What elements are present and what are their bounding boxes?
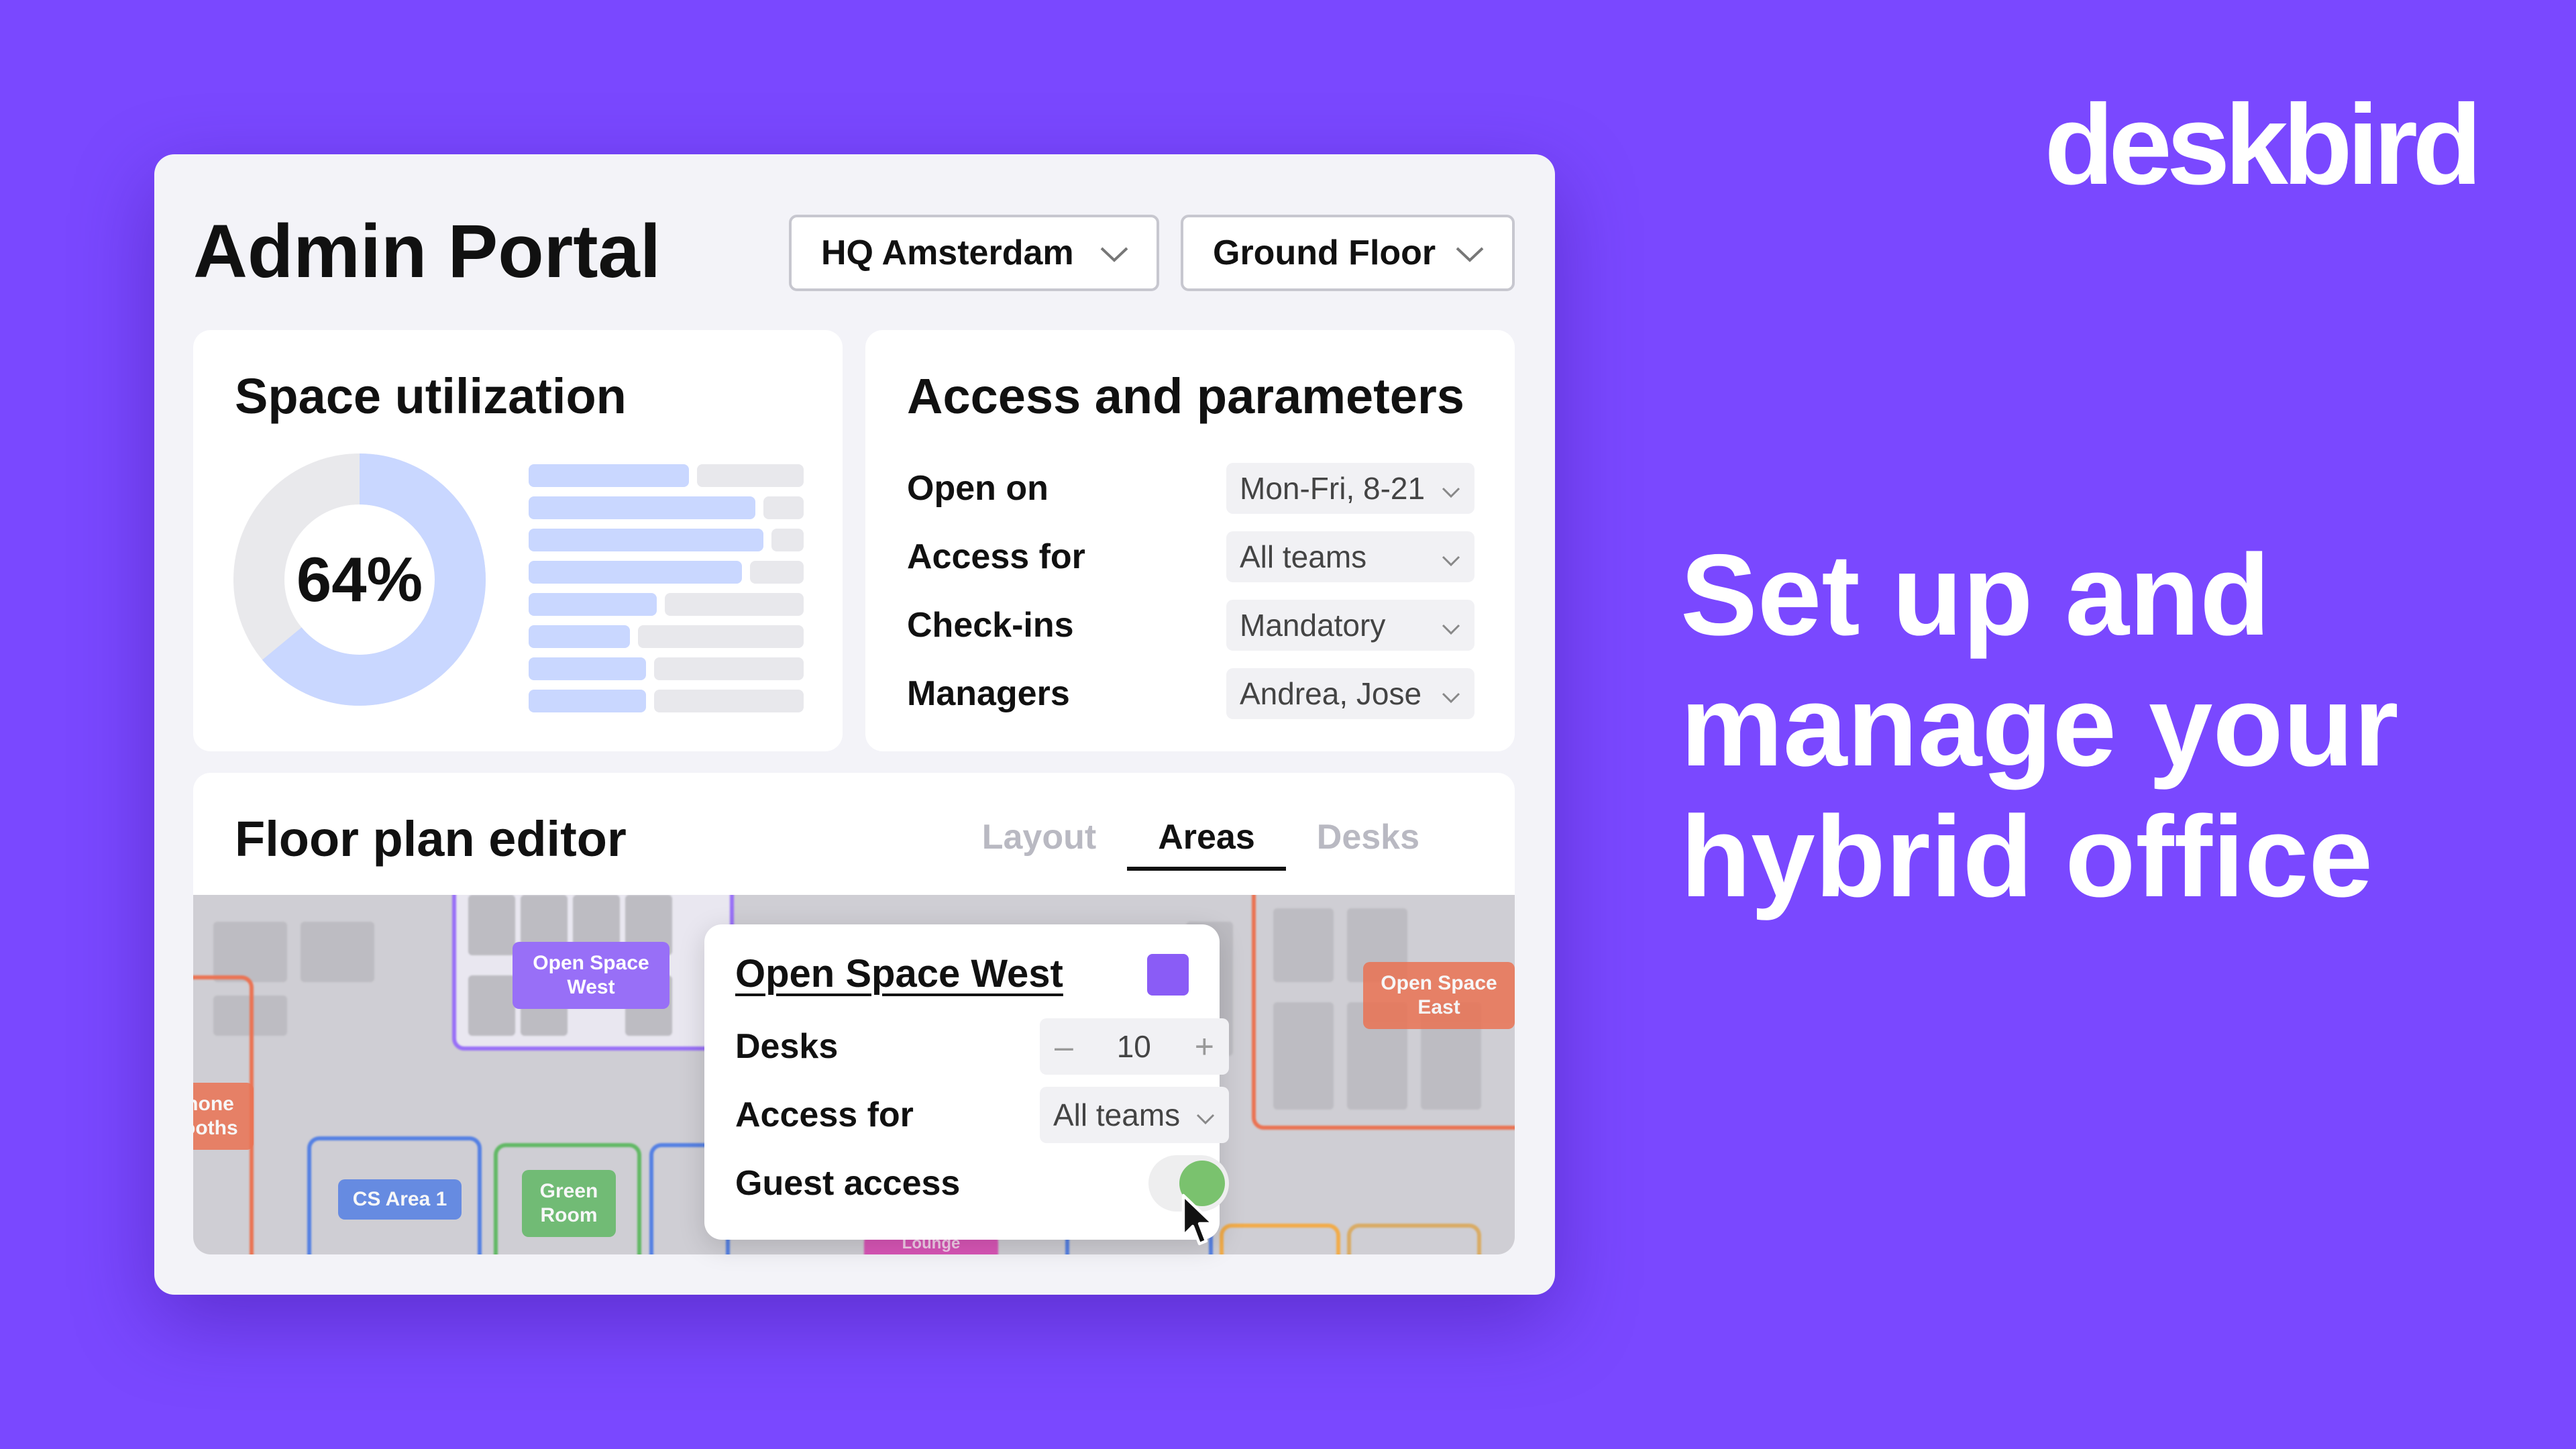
utilization-bar-row: [529, 657, 804, 680]
space-utilization-panel: Space utilization 64%: [193, 330, 843, 751]
tab-areas[interactable]: Areas: [1127, 810, 1286, 871]
utilization-bar: [529, 593, 657, 616]
chevron-down-icon: [1195, 1097, 1216, 1133]
managers-select[interactable]: Andrea, Jose: [1226, 668, 1474, 719]
utilization-bar-row: [529, 496, 804, 519]
tab-layout[interactable]: Layout: [951, 810, 1127, 871]
site-dropdown[interactable]: HQ Amsterdam: [789, 215, 1159, 291]
param-row-check-ins: Check-ins Mandatory: [907, 600, 1474, 651]
space-utilization-title: Space utilization: [235, 368, 627, 424]
utilization-bar: [529, 657, 646, 680]
open-on-select[interactable]: Mon-Fri, 8-21: [1226, 463, 1474, 514]
utilization-bar-track: [654, 657, 804, 680]
site-dropdown-value: HQ Amsterdam: [821, 233, 1074, 272]
param-row-access-for: Access for All teams: [907, 531, 1474, 582]
utilization-bar-track: [654, 690, 804, 712]
tab-desks[interactable]: Desks: [1286, 810, 1450, 871]
chevron-down-icon: [1441, 607, 1461, 643]
param-value: Mon-Fri, 8-21: [1240, 471, 1426, 506]
access-parameters-panel: Access and parameters Open on Mon-Fri, 8…: [865, 330, 1515, 751]
popup-access-row: Access for All teams: [735, 1087, 1229, 1143]
guest-access-row: Guest access: [735, 1155, 1229, 1212]
desks-row: Desks – 10 +: [735, 1018, 1229, 1075]
headline: Set up and manage your hybrid office: [1680, 530, 2519, 922]
utilization-percent: 64%: [296, 544, 423, 614]
param-value: Andrea, Jose: [1240, 676, 1422, 711]
chevron-down-icon: [1099, 233, 1130, 273]
increment-button[interactable]: +: [1195, 1027, 1214, 1066]
area-details-popup: Open Space West Desks – 10 + Access for …: [704, 924, 1229, 1240]
area-name[interactable]: Open Space West: [735, 951, 1063, 996]
mouse-pointer-icon: [1181, 1193, 1215, 1246]
floor-plan-editor-title: Floor plan editor: [235, 811, 627, 867]
param-label: Managers: [907, 674, 1070, 713]
param-label: Check-ins: [907, 606, 1074, 645]
access-for-label: Access for: [735, 1095, 914, 1134]
utilization-bar-track: [638, 625, 804, 648]
utilization-bar-row: [529, 464, 804, 487]
utilization-bar: [529, 690, 646, 712]
headline-line-3: hybrid office: [1680, 792, 2373, 921]
param-value: Mandatory: [1240, 608, 1386, 643]
utilization-bar: [529, 625, 630, 648]
decrement-button[interactable]: –: [1055, 1027, 1073, 1066]
utilization-bar-row: [529, 690, 804, 712]
chevron-down-icon: [1441, 539, 1461, 575]
utilization-bars: [529, 464, 804, 722]
param-value: All teams: [1240, 539, 1367, 574]
utilization-bar-row: [529, 529, 804, 551]
utilization-bar-track: [665, 593, 804, 616]
utilization-bar-track: [697, 464, 804, 487]
guest-access-label: Guest access: [735, 1164, 961, 1203]
floor-dropdown-value: Ground Floor: [1213, 233, 1436, 272]
utilization-bar-track: [763, 496, 804, 519]
utilization-bar-row: [529, 625, 804, 648]
utilization-bar: [529, 561, 742, 584]
desks-label: Desks: [735, 1027, 839, 1066]
utilization-bar-track: [750, 561, 804, 584]
floor-dropdown[interactable]: Ground Floor: [1181, 215, 1515, 291]
param-label: Access for: [907, 537, 1085, 576]
headline-line-2: manage your: [1680, 661, 2399, 790]
param-row-managers: Managers Andrea, Jose: [907, 668, 1474, 719]
page-title: Admin Portal: [193, 209, 661, 293]
chevron-down-icon: [1441, 470, 1461, 506]
access-parameters-title: Access and parameters: [907, 368, 1464, 424]
desks-count[interactable]: 10: [1117, 1028, 1151, 1065]
utilization-bar-track: [771, 529, 804, 551]
floor-editor-tabs: Layout Areas Desks: [951, 810, 1450, 871]
utilization-bar: [529, 529, 763, 551]
utilization-bar-row: [529, 593, 804, 616]
desks-stepper: – 10 +: [1040, 1018, 1229, 1075]
headline-line-1: Set up and: [1680, 531, 2271, 659]
popup-access-select[interactable]: All teams: [1040, 1087, 1229, 1143]
utilization-bar: [529, 496, 755, 519]
admin-portal-card: Admin Portal HQ Amsterdam Ground Floor S…: [154, 154, 1555, 1295]
access-for-select[interactable]: All teams: [1226, 531, 1474, 582]
popup-access-value: All teams: [1053, 1097, 1181, 1132]
param-label: Open on: [907, 469, 1049, 508]
chevron-down-icon: [1441, 676, 1461, 712]
utilization-bar-row: [529, 561, 804, 584]
chevron-down-icon: [1454, 233, 1485, 273]
area-color-swatch[interactable]: [1147, 954, 1189, 996]
utilization-bar: [529, 464, 689, 487]
deskbird-logo: deskbird: [2044, 81, 2482, 209]
param-row-open-on: Open on Mon-Fri, 8-21: [907, 463, 1474, 514]
check-ins-select[interactable]: Mandatory: [1226, 600, 1474, 651]
